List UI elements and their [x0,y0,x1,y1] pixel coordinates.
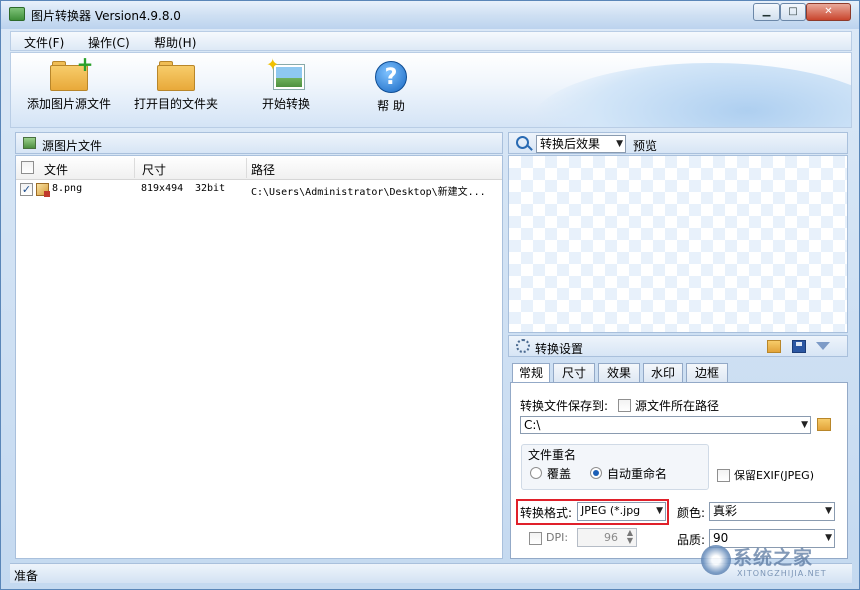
format-value: JPEG (*.jpg [581,504,640,517]
open-dest-label: 打开目的文件夹 [132,95,220,112]
source-path-checkbox[interactable] [618,399,631,412]
minimize-button[interactable]: ▁ [753,3,780,21]
settings-title: 转换设置 [535,340,583,357]
close-button[interactable]: ✕ [806,3,851,21]
menu-file[interactable]: 文件(F) [24,34,64,51]
dpi-value: 96 [604,531,618,544]
menu-help[interactable]: 帮助(H) [154,34,196,51]
keep-exif-label: 保留EXIF(JPEG) [734,467,814,483]
source-path-label: 源文件所在路径 [635,397,719,414]
column-file[interactable]: 文件 [44,161,68,178]
save-icon[interactable] [792,340,806,353]
toolbar: + 添加图片源文件 打开目的文件夹 ✦ 开始转换 ? 帮 助 [10,52,852,128]
preview-mode-select[interactable]: 转换后效果 ▼ [536,135,626,153]
overwrite-radio[interactable] [530,467,542,479]
watermark-logo-icon [701,545,731,575]
tab-general[interactable]: 常规 [512,363,550,384]
tab-size[interactable]: 尺寸 [553,363,595,383]
preview-canvas [508,155,848,333]
magnifier-icon [516,136,529,149]
column-divider [246,158,247,178]
open-folder-icon[interactable] [767,340,781,353]
tab-border[interactable]: 边框 [686,363,728,383]
source-panel-header: 源图片文件 [15,132,503,154]
folder-add-icon: + [50,61,88,91]
stepper-arrows-icon: ▲▼ [627,529,633,545]
start-convert-button[interactable]: ✦ 开始转换 [251,61,321,112]
color-label: 颜色: [677,504,705,521]
watermark-subtext: XITONGZHIJIA.NET [737,569,827,578]
file-row-checkbox[interactable]: ✓ [20,183,33,196]
column-divider [134,158,135,178]
source-panel-title: 源图片文件 [42,137,102,154]
color-select[interactable]: 真彩 ▼ [709,502,835,521]
keep-exif-checkbox[interactable] [717,469,730,482]
file-path: C:\Users\Administrator\Desktop\新建文... [251,183,486,198]
site-watermark: 系统之家 XITONGZHIJIA.NET [701,541,851,585]
help-label: 帮 助 [361,97,421,114]
column-path[interactable]: 路径 [251,161,275,178]
rename-group-title: 文件重名 [528,446,576,463]
menu-operate[interactable]: 操作(C) [88,34,130,51]
gear-icon [516,339,530,353]
format-select[interactable]: JPEG (*.jpg ▼ [577,502,666,521]
format-label: 转换格式: [520,504,572,521]
menu-bar: 文件(F) 操作(C) 帮助(H) [10,31,852,51]
dpi-stepper[interactable]: 96 ▲▼ [577,528,637,547]
preview-panel-header: 转换后效果 ▼ 预览 [508,132,848,154]
file-bit-depth: 32bit [195,183,225,194]
browse-folder-icon[interactable] [817,418,831,431]
settings-panel-header: 转换设置 [508,335,848,357]
chevron-down-icon: ▼ [654,503,663,519]
status-text: 准备 [14,567,38,584]
output-path-value: C:\ [524,418,540,432]
select-all-checkbox[interactable] [21,161,34,174]
title-bar: 图片转换器 Version4.9.8.0 ▁ □ ✕ [1,1,859,29]
tab-watermark[interactable]: 水印 [643,363,683,383]
tab-effect[interactable]: 效果 [598,363,640,383]
column-size[interactable]: 尺寸 [142,161,166,178]
color-value: 真彩 [713,504,737,518]
source-file-list[interactable]: 文件 尺寸 路径 ✓ 8.png 819x494 32bit C:\Users\… [15,155,503,559]
preview-label: 预览 [633,137,657,154]
maximize-button[interactable]: □ [780,3,806,21]
auto-rename-label: 自动重命名 [607,465,667,482]
file-dimensions: 819x494 [141,183,183,194]
preview-mode-value: 转换后效果 [540,137,600,151]
save-to-label: 转换文件保存到: [520,397,608,414]
start-convert-label: 开始转换 [251,95,321,112]
app-icon [9,7,25,21]
auto-rename-radio[interactable] [590,467,602,479]
file-row[interactable]: ✓ 8.png 819x494 32bit C:\Users\Administr… [16,181,502,199]
folder-icon [157,61,195,91]
dpi-label: DPI: [546,531,568,544]
overwrite-label: 覆盖 [547,465,571,482]
help-icon: ? [375,61,407,93]
dpi-checkbox[interactable] [529,532,542,545]
output-path-select[interactable]: C:\ ▼ [520,416,811,434]
list-header: 文件 尺寸 路径 [16,156,502,180]
add-source-button[interactable]: + 添加图片源文件 [25,61,113,112]
image-icon [23,137,36,149]
collapse-icon[interactable] [816,342,830,350]
app-window: 图片转换器 Version4.9.8.0 ▁ □ ✕ 文件(F) 操作(C) 帮… [0,0,860,590]
watermark-text: 系统之家 [733,543,813,570]
file-name: 8.png [52,183,82,194]
chevron-down-icon: ▼ [825,503,832,519]
help-button[interactable]: ? 帮 助 [361,61,421,114]
toolbar-decoration [531,63,852,128]
magic-wand-icon: ✦ [268,61,304,91]
open-dest-button[interactable]: 打开目的文件夹 [132,61,220,112]
chevron-down-icon: ▼ [616,136,623,152]
add-source-label: 添加图片源文件 [25,95,113,112]
window-title: 图片转换器 Version4.9.8.0 [31,7,181,24]
png-file-icon [36,183,49,196]
rename-group: 文件重名 覆盖 自动重命名 [521,444,709,490]
chevron-down-icon: ▼ [801,417,808,433]
